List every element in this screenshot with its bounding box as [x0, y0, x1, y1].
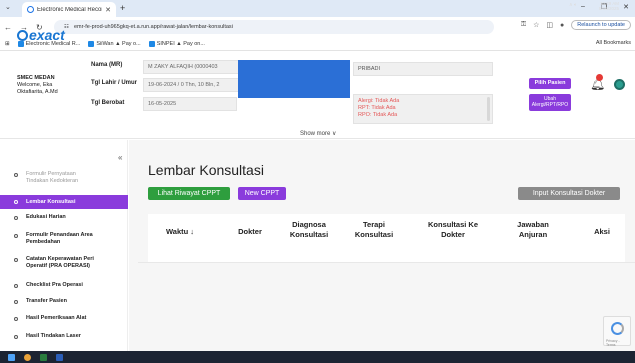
field-tgl-berobat: 16-05-2025 [143, 97, 237, 111]
redacted-block [238, 60, 350, 98]
browser-tab[interactable]: Electronic Medical Record ✕ [22, 2, 116, 17]
browser-tab-strip: ⌄ Electronic Medical Record ✕ + – ❐ ✕ [0, 0, 635, 17]
bullet-icon [14, 173, 18, 177]
url-field[interactable]: ☷ emr-fe-prod-uh965gkq-et.a.run.app/rawa… [54, 20, 494, 34]
col-waktu[interactable]: Waktu ↓ [160, 227, 200, 237]
sidebar-item-formulir-penandaan[interactable]: Formulir Penandaan Area Pembedahan [0, 232, 128, 246]
bullet-icon [14, 317, 18, 321]
bullet-icon [14, 284, 18, 288]
sidebar-item-catatan-keperawatan[interactable]: Catatan Keperawatan Peri Operatif (PRA O… [0, 256, 128, 270]
tray-overflow-icon[interactable]: ∧ 🔈︎ [569, 2, 577, 8]
pilih-pasien-button[interactable]: Pilih Pasien [529, 78, 571, 89]
bullet-icon [14, 234, 18, 238]
allergy-scrollbar[interactable] [487, 97, 490, 121]
bullet-icon [14, 258, 18, 262]
minimize-icon[interactable]: – [581, 3, 585, 11]
allergy-line: Alergi: Tidak Ada [358, 98, 400, 104]
new-cppt-button[interactable]: New CPPT [238, 187, 286, 200]
sidebar-item-hasil-tindakan-laser[interactable]: Hasil Tindakan Laser [0, 333, 128, 340]
excel-taskbar-icon[interactable] [40, 353, 47, 361]
exact-logo: exact [17, 27, 65, 43]
close-window-icon[interactable]: ✕ [623, 3, 629, 11]
os-taskbar [0, 351, 635, 363]
label-nama-mr: Nama (MR) [91, 62, 123, 68]
sidebar-item-lembar-konsultasi[interactable]: Lembar Konsultasi [0, 195, 128, 209]
bookmarks-bar: ⊞ Electronic Medical R... SiiWan ▲ Pay o… [0, 37, 635, 51]
extensions-icon[interactable]: ◫ [546, 21, 553, 29]
header-icons: 🔔︎ ⚇ [590, 74, 635, 91]
tab-title: Electronic Medical Record [37, 6, 103, 13]
bullet-icon [14, 300, 18, 304]
label-tgl-lahir: Tgl Lahir / Umur [91, 80, 138, 86]
bullet-icon [14, 216, 18, 220]
recaptcha-terms: Privacy - Terms [606, 339, 620, 347]
emr-favicon-icon [27, 6, 34, 13]
bullet-icon [14, 335, 18, 339]
lihat-riwayat-cppt-button[interactable]: Lihat Riwayat CPPT [148, 187, 230, 200]
notification-bell-icon[interactable]: 🔔︎ [590, 74, 605, 91]
col-jawaban-anjuran: Jawaban Anjuran [517, 220, 549, 239]
payer-field: PRIBADI [353, 62, 493, 76]
organization-name: SMEC MEDAN [17, 75, 55, 81]
relaunch-button[interactable]: Relaunch to update [571, 20, 631, 30]
bookmark-siiwan[interactable]: SiiWan ▲ Pay o... [88, 40, 141, 47]
allergy-box: Alergi: Tidak Ada RPT: Tidak Ada RPO: Ti… [353, 94, 493, 124]
address-bar-actions: ⚿ ☆ ◫ ● Relaunch to update [521, 20, 631, 30]
url-text: emr-fe-prod-uh965gkq-et.a.run.app/rawat-… [73, 24, 233, 30]
ubah-alergi-button[interactable]: Ubah Alergi/RPT/RPO [529, 94, 571, 111]
sidebar-item-edukasi-harian[interactable]: Edukasi Harian [0, 214, 128, 221]
rpt-line: RPT: Tidak Ada [358, 105, 396, 111]
col-dokter: Dokter [238, 227, 262, 236]
apps-grid-icon[interactable]: ⊞ [5, 41, 10, 47]
welcome-user: Welcome, Eka Oktafiarita, A.Md [17, 82, 58, 95]
sinpei-bookmark-icon [148, 40, 155, 47]
password-key-icon[interactable]: ⚿ [521, 21, 526, 29]
star-icon[interactable]: ☆ [533, 21, 539, 29]
all-bookmarks-link[interactable]: All Bookmarks [596, 40, 631, 46]
recaptcha-badge[interactable]: Privacy - Terms [603, 316, 631, 347]
sidebar-item-formulir-pernyataan[interactable]: Formulir Pernyataan Tindakan Kedokteran [0, 171, 128, 185]
input-konsultasi-dokter-button[interactable]: Input Konsultasi Dokter [518, 187, 620, 200]
sidebar-item-hasil-pemeriksaan-alat[interactable]: Hasil Pemeriksaan Alat [0, 315, 128, 322]
bookmark-sinpei[interactable]: SINPEI ▲ Pay on... [148, 40, 205, 47]
col-aksi: Aksi [594, 227, 610, 236]
tab-search-icon[interactable]: ⌄ [5, 3, 11, 11]
col-diagnosa-konsultasi: Diagnosa Konsultasi [289, 220, 329, 239]
word-taskbar-icon[interactable] [56, 353, 63, 361]
siiwan-bookmark-icon [88, 40, 95, 47]
sidebar-item-checklist-pra-operasi[interactable]: Checklist Pra Operasi [0, 282, 128, 289]
notification-badge [596, 74, 603, 81]
windows-start-icon[interactable] [8, 353, 15, 361]
bullet-icon [14, 200, 18, 204]
col-konsultasi-ke-dokter: Konsultasi Ke Dokter [427, 220, 478, 239]
system-clock[interactable]: 10:29 AM 5/16/2025 [599, 1, 619, 11]
sidebar-item-transfer-pasien[interactable]: Transfer Pasien [0, 298, 128, 305]
new-tab-icon[interactable]: + [120, 3, 125, 13]
table-divider [138, 262, 635, 263]
recaptcha-icon [611, 322, 624, 335]
address-bar-row: ← → ↻ ☷ emr-fe-prod-uh965gkq-et.a.run.ap… [0, 17, 635, 37]
close-tab-icon[interactable]: ✕ [105, 6, 111, 14]
page-title: Lembar Konsultasi [148, 162, 264, 178]
collapse-sidebar-icon[interactable]: « [118, 153, 122, 162]
settings-gear-icon[interactable] [614, 78, 626, 90]
show-more-link[interactable]: Show more ∨ [300, 130, 336, 137]
profile-icon[interactable]: ● [560, 22, 564, 29]
back-icon[interactable]: ← [4, 23, 12, 32]
label-tgl-berobat: Tgl Berobat [91, 100, 125, 106]
rpo-line: RPO: Tidak Ada [358, 112, 398, 118]
logo-mark-icon [17, 30, 28, 41]
col-terapi-konsultasi: Terapi Konsultasi [354, 220, 394, 239]
chrome-taskbar-icon[interactable] [24, 353, 31, 361]
